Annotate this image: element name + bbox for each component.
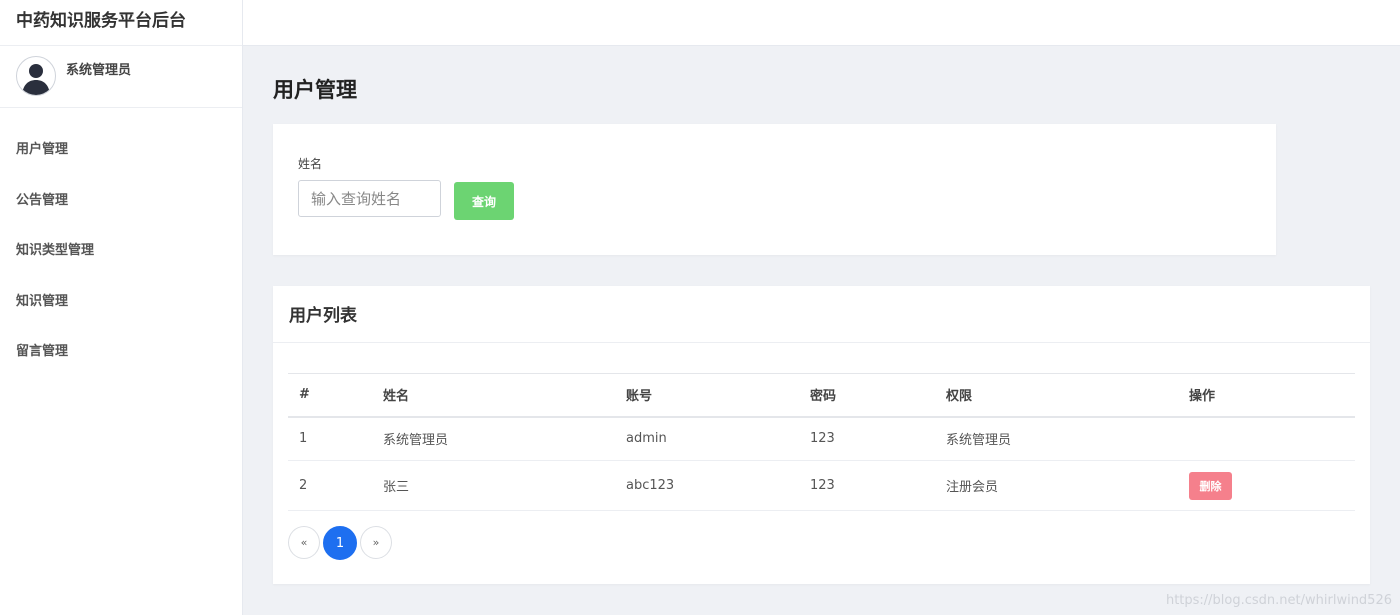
table-header-row: # 姓名 账号 密码 权限 操作 (288, 373, 1355, 418)
prev-page-button[interactable]: « (288, 526, 320, 559)
delete-button[interactable]: 删除 (1189, 471, 1232, 500)
user-avatar-icon (22, 64, 50, 95)
cell-password: 123 (799, 416, 935, 461)
table-row: 1 系统管理员 admin 123 系统管理员 (288, 416, 1355, 461)
page-title: 用户管理 (273, 78, 357, 102)
cell-name: 张三 (372, 460, 615, 511)
sidebar-item-knowledge-management[interactable]: 知识管理 (0, 277, 242, 328)
next-page-button[interactable]: » (360, 526, 392, 559)
cell-account: abc123 (615, 460, 799, 511)
cell-role: 注册会员 (935, 460, 1178, 511)
table-row: 2 张三 abc123 123 注册会员 删除 (288, 460, 1355, 511)
name-search-input[interactable] (298, 180, 441, 217)
sidebar-item-message-management[interactable]: 留言管理 (0, 327, 242, 378)
watermark: https://blog.csdn.net/whirlwind526 (1165, 593, 1392, 608)
column-header-name: 姓名 (372, 373, 615, 418)
cell-role: 系统管理员 (935, 416, 1178, 461)
user-name: 系统管理员 (66, 63, 132, 78)
name-label: 姓名 (298, 157, 323, 171)
column-header-password: 密码 (799, 373, 935, 418)
cell-name: 系统管理员 (372, 416, 615, 461)
sidebar: 中药知识服务平台后台 系统管理员 用户管理 公告管理 知识类型管理 知识管理 留… (0, 0, 243, 615)
column-header-index: # (288, 373, 372, 418)
cell-account: admin (615, 416, 799, 461)
cell-index: 1 (288, 416, 372, 461)
user-list-card: 用户列表 # 姓名 账号 密码 权限 操作 1 系统管理员 admin 123 … (273, 286, 1370, 584)
app-title: 中药知识服务平台后台 (0, 0, 242, 46)
cell-action: 删除 (1178, 460, 1355, 511)
search-button[interactable]: 查询 (454, 182, 514, 220)
top-bar (243, 0, 1400, 46)
sidebar-item-notice-management[interactable]: 公告管理 (0, 176, 242, 227)
list-title: 用户列表 (273, 286, 1370, 343)
pagination: « 1 » (288, 526, 392, 560)
cell-password: 123 (799, 460, 935, 511)
cell-index: 2 (288, 460, 372, 511)
user-table: # 姓名 账号 密码 权限 操作 1 系统管理员 admin 123 系统管理员… (288, 373, 1355, 511)
user-box: 系统管理员 (0, 46, 242, 108)
column-header-account: 账号 (615, 373, 799, 418)
sidebar-item-knowledge-type-management[interactable]: 知识类型管理 (0, 226, 242, 277)
search-card: 姓名 查询 (273, 124, 1276, 255)
page-1-button[interactable]: 1 (323, 526, 357, 560)
avatar[interactable] (16, 56, 56, 96)
cell-action (1178, 416, 1355, 461)
sidebar-menu: 用户管理 公告管理 知识类型管理 知识管理 留言管理 (0, 108, 242, 378)
column-header-role: 权限 (935, 373, 1178, 418)
sidebar-item-user-management[interactable]: 用户管理 (0, 125, 242, 176)
column-header-action: 操作 (1178, 373, 1355, 418)
